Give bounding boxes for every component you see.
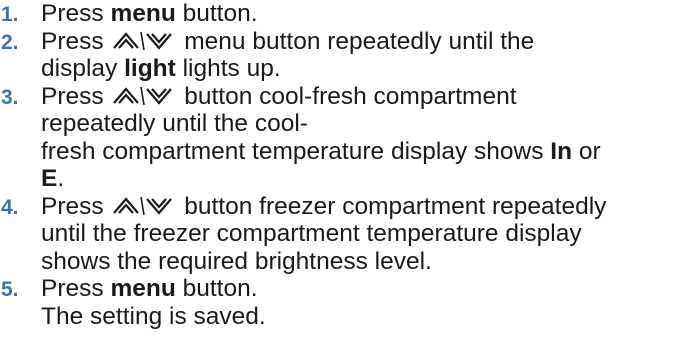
- up-down-arrow-buttons-icon: [111, 30, 175, 52]
- step-4: 4. Press button freezer compartment repe…: [1, 192, 607, 275]
- step-number: 5.: [1, 278, 19, 301]
- up-down-arrow-buttons-icon: [111, 85, 175, 107]
- instruction-steps: 1. Press menu button. 2. Press menu butt…: [0, 0, 681, 330]
- menu-label: menu: [110, 0, 176, 27]
- up-down-arrow-buttons-icon: [111, 195, 175, 217]
- result-text: The setting is saved.: [41, 302, 266, 330]
- step-2: 2. Press menu button repeatedly until th…: [1, 27, 535, 83]
- step-1: 1. Press menu button.: [1, 0, 258, 27]
- step-number: 2.: [1, 30, 19, 54]
- step-5: 5. Press menu button. The setting is sav…: [1, 275, 266, 330]
- step-number: 3.: [1, 85, 19, 109]
- step-number: 4.: [1, 195, 19, 219]
- step-3: 3. Press button cool-fresh compartment r…: [1, 82, 601, 193]
- menu-label: menu: [110, 275, 176, 302]
- step-number: 1.: [1, 3, 19, 26]
- e-label: E: [41, 165, 58, 192]
- in-label: In: [550, 137, 573, 165]
- light-label: light: [124, 55, 176, 82]
